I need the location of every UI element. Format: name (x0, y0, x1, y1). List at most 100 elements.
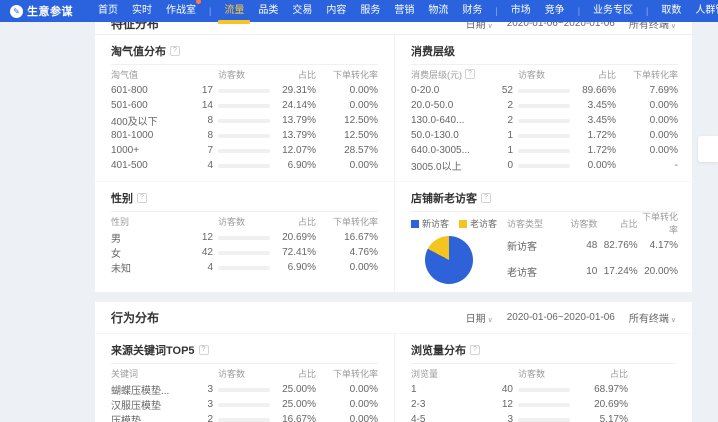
nav-item-财务[interactable]: 财务 (462, 0, 482, 22)
date-range-picker[interactable]: 2020-01-06~2020-01-06 (507, 312, 615, 323)
app-brand[interactable]: ✎ 生意参谋 (10, 3, 73, 19)
table-row: 400及以下813.79%12.50% (111, 113, 378, 128)
feature-distribution-section: 特征分布 日期∨ 2020-01-06~2020-01-06 所有终端∨ 淘气值… (95, 22, 692, 292)
cell-share: 6.90% (270, 160, 316, 171)
legend-swatch-icon (411, 220, 419, 228)
nav-item-作战室[interactable]: 作战室 (166, 0, 196, 22)
terminal-select[interactable]: 所有终端∨ (629, 22, 676, 31)
cell-value: 17.24% (597, 266, 637, 277)
scrollbar-thumb[interactable] (698, 136, 718, 162)
table-row: 1000+712.07%28.57% (111, 143, 378, 158)
nav-item-竞争[interactable]: 竞争 (545, 0, 565, 22)
cell-visitors: 12 (183, 232, 270, 243)
table-row: 14068.97% (411, 382, 676, 397)
nav-item-人群管理[interactable]: 人群管理 (695, 0, 718, 22)
terminal-select[interactable]: 所有终端∨ (629, 310, 676, 325)
subsection-title: 浏览量分布? (411, 342, 676, 358)
brand-name: 生意参谋 (27, 3, 73, 19)
help-icon: ? (137, 193, 147, 203)
column-header: 占比 (270, 367, 316, 380)
date-range-picker[interactable]: 2020-01-06~2020-01-06 (507, 22, 615, 29)
column-header: 占比 (270, 68, 316, 81)
visitor-count: 0 (483, 160, 513, 171)
visitor-count: 42 (183, 247, 213, 258)
cell-label: 3005.0以上 (411, 158, 483, 173)
table-row: 蝴蝶压模垫...325.00%0.00% (111, 382, 378, 397)
nav-item-服务[interactable]: 服务 (360, 0, 380, 22)
cell-label: 压模垫 (111, 412, 183, 422)
nav-item-取数[interactable]: 取数 (661, 0, 681, 22)
subsection-title-text: 浏览量分布 (411, 342, 466, 358)
cell-value: 48 (557, 240, 597, 251)
bar-track (518, 164, 570, 168)
bar-track (518, 149, 570, 153)
column-header-text: 访客数 (518, 68, 545, 81)
visitor-count: 7 (183, 145, 213, 156)
nav-menu: 首页实时作战室|流量品类交易内容服务营销物流财务|市场竞争|业务专区|取数人群管… (91, 0, 718, 22)
cell-visitors: 3 (483, 414, 570, 422)
column-header: 下单转化率 (616, 68, 678, 81)
nav-item-营销[interactable]: 营销 (394, 0, 414, 22)
cell-conversion: 7.69% (616, 85, 678, 96)
bar-track (218, 104, 270, 108)
nav-item-物流[interactable]: 物流 (428, 0, 448, 22)
bar-track (218, 403, 270, 407)
help-icon: ? (170, 46, 180, 56)
column-header: 访客数 (183, 367, 270, 380)
nav-item-业务专区[interactable]: 业务专区 (593, 0, 633, 22)
cell-label: 400及以下 (111, 113, 183, 128)
visitor-count: 1 (483, 130, 513, 141)
cell-conversion: 16.67% (316, 232, 378, 243)
cell-label: 汉服压模垫 (111, 397, 183, 412)
date-type-select[interactable]: 日期∨ (466, 310, 493, 325)
subsection-title-text: 店铺新老访客 (411, 190, 477, 206)
nav-item-首页[interactable]: 首页 (98, 0, 118, 22)
cell-share: 0.00% (570, 160, 616, 171)
cell-share: 13.79% (270, 130, 316, 141)
new-old-visitor-block: 店铺新老访客?新访客老访客访客类型访客数占比下单转化率新访客4882.76%4.… (394, 181, 694, 292)
column-header-text: 访客数 (218, 68, 245, 81)
column-header: 下单转化率 (316, 367, 378, 380)
cell-label: 2-3 (411, 399, 483, 410)
cell-label: 401-500 (111, 160, 183, 171)
subsection-title: 店铺新老访客? (411, 190, 678, 206)
date-type-select[interactable]: 日期∨ (466, 22, 493, 31)
cell-share: 20.69% (570, 399, 628, 410)
nav-item-流量[interactable]: 流量 (224, 0, 244, 22)
terminal-label: 所有终端 (629, 314, 669, 325)
column-header: 关键词 (111, 367, 183, 380)
bar-track (218, 236, 270, 240)
behavior-section-title: 行为分布 (111, 309, 159, 326)
column-header: 浏览量 (411, 367, 483, 380)
chevron-down-icon: ∨ (488, 23, 493, 30)
table-row: 汉服压模垫325.00%0.00% (111, 397, 378, 412)
cell-share: 20.69% (270, 232, 316, 243)
nav-divider: | (495, 6, 497, 16)
behavior-section-header: 行为分布 日期∨ 2020-01-06~2020-01-06 所有终端∨ (95, 302, 692, 334)
nav-item-交易[interactable]: 交易 (292, 0, 312, 22)
cell-conversion: 0.00% (616, 145, 678, 156)
column-header: 下单转化率 (638, 210, 678, 236)
cell-label: 老访客 (507, 264, 557, 279)
help-icon: ? (465, 69, 475, 79)
bar-track (518, 418, 570, 422)
column-header-text: 访客数 (518, 367, 545, 380)
cell-label: 801-1000 (111, 130, 183, 141)
nav-item-实时[interactable]: 实时 (132, 0, 152, 22)
cell-share: 6.90% (270, 262, 316, 273)
nav-item-品类[interactable]: 品类 (258, 0, 278, 22)
cell-label: 0-20.0 (411, 85, 483, 96)
table-row: 501-6001424.14%0.00% (111, 98, 378, 113)
chevron-down-icon: ∨ (488, 317, 493, 324)
bar-track (218, 164, 270, 168)
visitor-count: 1 (483, 145, 513, 156)
nav-item-市场[interactable]: 市场 (511, 0, 531, 22)
legend-swatch-icon (459, 220, 467, 228)
nav-item-内容[interactable]: 内容 (326, 0, 346, 22)
table-row: 50.0-130.011.72%0.00% (411, 128, 678, 143)
table-header-row: 性别访客数占比下单转化率 (111, 212, 378, 230)
nav-divider: | (578, 6, 580, 16)
cell-label: 601-800 (111, 85, 183, 96)
cell-share: 1.72% (570, 145, 616, 156)
cell-share: 13.79% (270, 115, 316, 126)
